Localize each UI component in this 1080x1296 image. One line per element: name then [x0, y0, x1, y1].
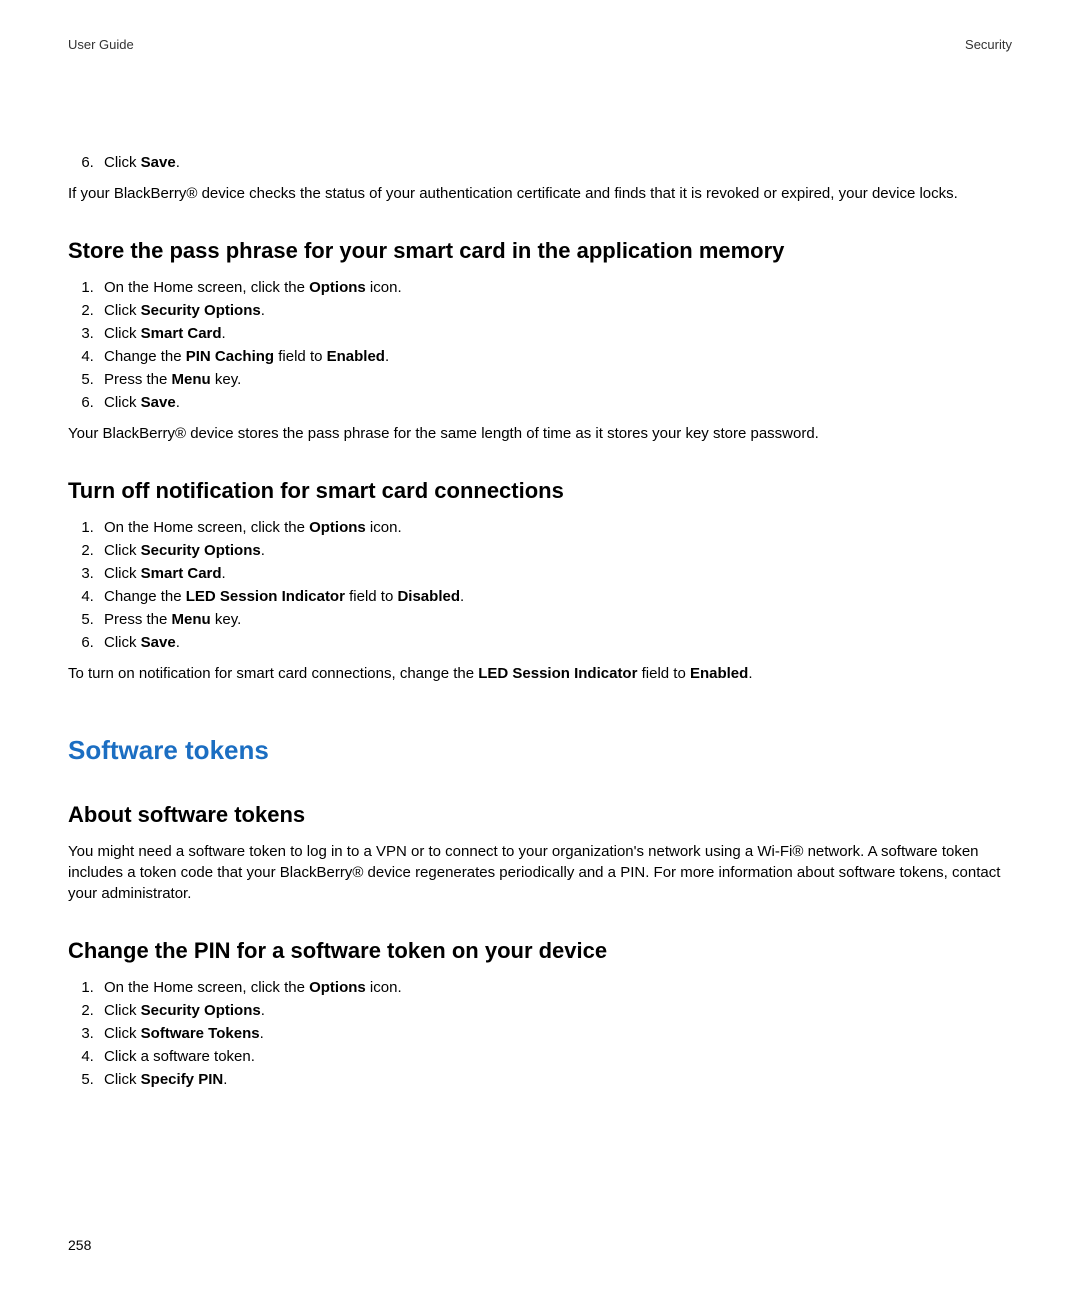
top-paragraph: If your BlackBerry® device checks the st… [68, 183, 1012, 204]
list-item: Change the LED Session Indicator field t… [98, 586, 1012, 607]
list-item: Click Smart Card. [98, 563, 1012, 584]
list-item: Change the PIN Caching field to Enabled. [98, 346, 1012, 367]
list-item: On the Home screen, click the Options ic… [98, 977, 1012, 998]
list-item: Press the Menu key. [98, 369, 1012, 390]
list-item: Click Security Options. [98, 1000, 1012, 1021]
page-header: User Guide Security [68, 36, 1012, 54]
sec2-paragraph: To turn on notification for smart card c… [68, 663, 1012, 684]
sec2-title: Turn off notification for smart card con… [68, 476, 1012, 507]
sec1-paragraph: Your BlackBerry® device stores the pass … [68, 423, 1012, 444]
sec3-paragraph: You might need a software token to log i… [68, 841, 1012, 904]
sec2-para-b2: Enabled [690, 665, 748, 682]
list-item: Click Software Tokens. [98, 1023, 1012, 1044]
sec4-steps: On the Home screen, click the Options ic… [68, 977, 1012, 1090]
sec4-title: Change the PIN for a software token on y… [68, 936, 1012, 967]
page-number: 258 [68, 1236, 91, 1256]
top-step-list: Click Save. [68, 152, 1012, 173]
sec1-title: Store the pass phrase for your smart car… [68, 236, 1012, 267]
list-item: On the Home screen, click the Options ic… [98, 517, 1012, 538]
list-item: Click Save. [98, 392, 1012, 413]
header-left: User Guide [68, 36, 134, 54]
list-item: Click Security Options. [98, 540, 1012, 561]
sec2-para-post: . [748, 665, 752, 682]
list-item: On the Home screen, click the Options ic… [98, 277, 1012, 298]
software-tokens-heading: Software tokens [68, 732, 1012, 768]
list-item: Press the Menu key. [98, 609, 1012, 630]
list-item: Click a software token. [98, 1046, 1012, 1067]
sec3-title: About software tokens [68, 800, 1012, 831]
sec1-steps: On the Home screen, click the Options ic… [68, 277, 1012, 413]
header-right: Security [965, 36, 1012, 54]
list-item: Click Specify PIN. [98, 1069, 1012, 1090]
sec2-steps: On the Home screen, click the Options ic… [68, 517, 1012, 653]
list-item: Click Smart Card. [98, 323, 1012, 344]
sec2-para-b1: LED Session Indicator [478, 665, 637, 682]
list-item: Click Save. [98, 152, 1012, 173]
sec2-para-mid: field to [637, 665, 690, 682]
sec2-para-pre: To turn on notification for smart card c… [68, 665, 478, 682]
list-item: Click Security Options. [98, 300, 1012, 321]
list-item: Click Save. [98, 632, 1012, 653]
